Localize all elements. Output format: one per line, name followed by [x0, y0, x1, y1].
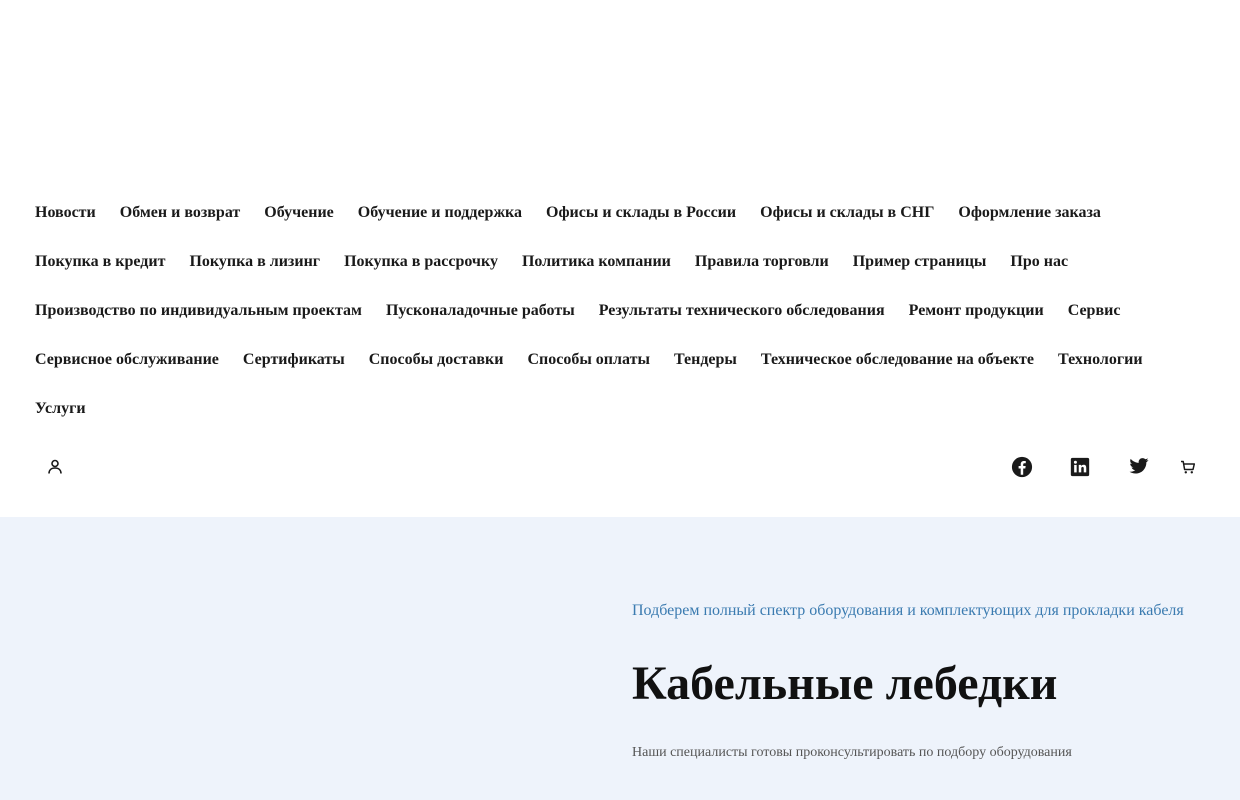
nav-link[interactable]: Офисы и склады в СНГ — [760, 193, 934, 242]
nav-link[interactable]: Техническое обследование на объекте — [761, 340, 1034, 389]
hero-kicker: Подберем полный спектр оборудования и ко… — [632, 602, 1184, 619]
main-nav: Новости Обмен и возврат Обучение Обучение и… — [35, 193, 1215, 438]
nav-link[interactable]: Про нас — [1010, 242, 1068, 291]
cart-button[interactable] — [1175, 454, 1201, 480]
nav-link[interactable]: Покупка в кредит — [35, 242, 165, 291]
nav-link[interactable]: Обучение — [264, 193, 334, 242]
hero-section: Подберем полный спектр оборудования и ко… — [0, 517, 1240, 800]
nav-link[interactable]: Новости — [35, 193, 96, 242]
linkedin-icon — [1070, 457, 1090, 477]
hero-title: Кабельные лебедки — [632, 657, 1058, 710]
nav-link[interactable]: Услуги — [35, 389, 86, 438]
cart-icon — [1181, 460, 1196, 474]
linkedin-link[interactable] — [1067, 454, 1093, 480]
nav-link[interactable]: Правила торговли — [695, 242, 829, 291]
nav-link[interactable]: Политика компании — [522, 242, 671, 291]
nav-link[interactable]: Сервисное обслуживание — [35, 340, 219, 389]
facebook-link[interactable] — [1009, 454, 1035, 480]
nav-link[interactable]: Обучение и поддержка — [358, 193, 522, 242]
nav-link[interactable]: Тендеры — [674, 340, 737, 389]
twitter-icon — [1129, 458, 1149, 474]
nav-link[interactable]: Производство по индивидуальным проектам — [35, 291, 362, 340]
twitter-link[interactable] — [1125, 454, 1151, 480]
site-header: Новости Обмен и возврат Обучение Обучение и… — [0, 0, 1240, 517]
nav-link[interactable]: Покупка в лизинг — [189, 242, 320, 291]
nav-link[interactable]: Офисы и склады в России — [546, 193, 736, 242]
nav-link[interactable]: Пример страницы — [853, 242, 987, 291]
nav-link[interactable]: Способы оплаты — [527, 340, 650, 389]
nav-link[interactable]: Сертификаты — [243, 340, 345, 389]
nav-link[interactable]: Результаты технического обследования — [599, 291, 885, 340]
nav-link[interactable]: Ремонт продукции — [909, 291, 1044, 340]
user-account-button[interactable] — [42, 454, 68, 480]
hero-description: Наши специалисты готовы проконсультирова… — [632, 745, 1072, 760]
facebook-icon — [1011, 456, 1033, 478]
nav-link[interactable]: Сервис — [1068, 291, 1121, 340]
nav-link[interactable]: Пусконаладочные работы — [386, 291, 575, 340]
nav-link[interactable]: Покупка в рассрочку — [344, 242, 498, 291]
nav-link[interactable]: Технологии — [1058, 340, 1143, 389]
user-icon — [48, 459, 62, 474]
nav-link[interactable]: Оформление заказа — [958, 193, 1101, 242]
nav-link[interactable]: Обмен и возврат — [120, 193, 241, 242]
nav-link[interactable]: Способы доставки — [369, 340, 504, 389]
header-toolbar — [0, 454, 1240, 480]
